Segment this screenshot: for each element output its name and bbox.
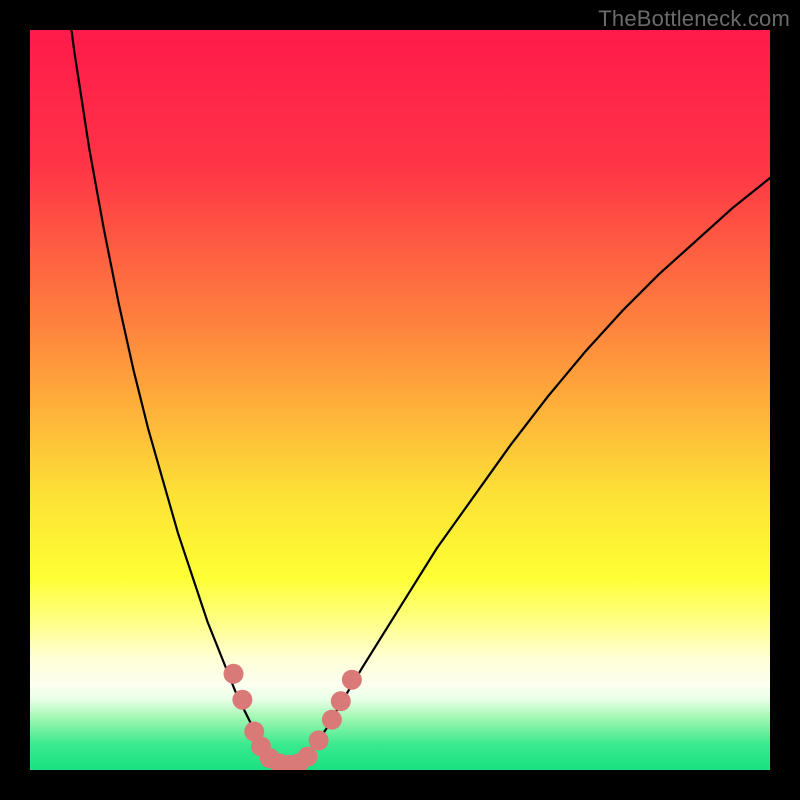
scatter-point bbox=[224, 664, 244, 684]
scatter-point bbox=[322, 710, 342, 730]
scatter-point bbox=[309, 730, 329, 750]
scatter-point bbox=[298, 747, 318, 767]
scatter-point bbox=[342, 670, 362, 690]
scatter-point bbox=[232, 690, 252, 710]
watermark-label: TheBottleneck.com bbox=[598, 6, 790, 32]
scatter-point bbox=[331, 691, 351, 711]
chart-frame: TheBottleneck.com bbox=[0, 0, 800, 800]
chart-svg bbox=[30, 30, 770, 770]
plot-area bbox=[30, 30, 770, 770]
